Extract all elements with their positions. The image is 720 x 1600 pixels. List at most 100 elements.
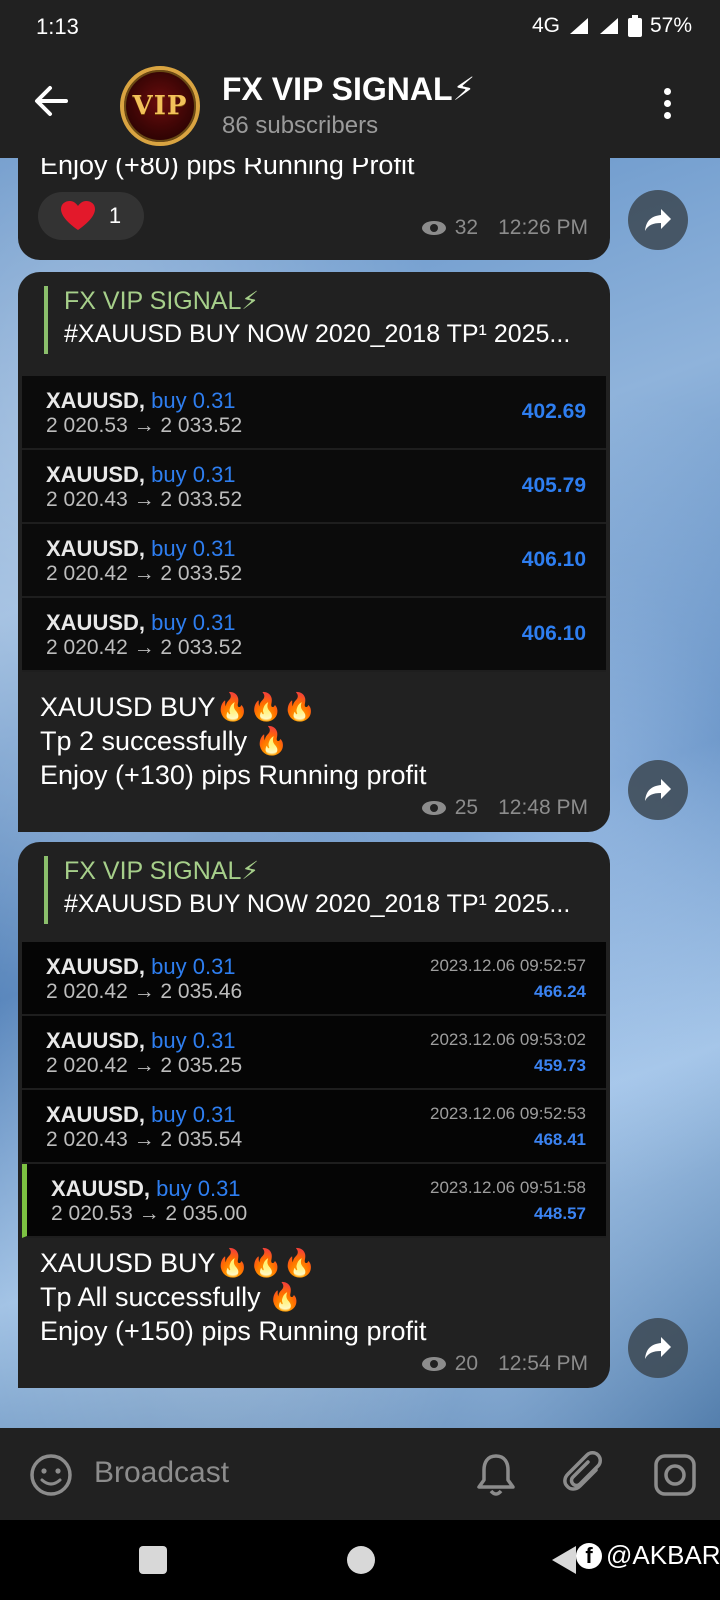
trade-row: XAUUSD, buy 0.31 2 020.42 → 2 035.25 202… [22, 1016, 606, 1090]
signal-icon [599, 18, 618, 34]
reaction-chip[interactable]: 1 [38, 192, 144, 240]
trade-datetime: 2023.12.06 09:52:57 [430, 956, 586, 975]
trade-profit: 405.79 [521, 474, 586, 497]
channel-avatar[interactable]: VIP [120, 66, 200, 146]
reply-preview[interactable]: FX VIP SIGNAL⚡ #XAUUSD BUY NOW 2020_2018… [44, 286, 594, 354]
view-count: 32 [454, 216, 479, 239]
trade-datetime: 2023.12.06 09:52:53 [430, 1104, 586, 1123]
watermark-text: @AKBAR [606, 1540, 720, 1570]
trade-row: XAUUSD, buy 0.31 2 020.42 → 2 033.52 406… [22, 598, 606, 672]
eye-icon [421, 221, 446, 235]
trade-row: XAUUSD, buy 0.31 2 020.42 → 2 035.46 202… [22, 942, 606, 1016]
forward-button[interactable] [628, 760, 688, 820]
message-time: 12:54 PM [498, 1352, 588, 1375]
forward-button[interactable] [628, 1318, 688, 1378]
reply-author: FX VIP SIGNAL⚡ [64, 857, 259, 885]
trade-prices: 2 020.53 → 2 035.00 [51, 1202, 248, 1225]
message-meta: 32 12:26 PM [421, 216, 588, 240]
trade-symbol: XAUUSD, buy 0.31 [51, 1176, 241, 1201]
trade-prices: 2 020.43 → 2 033.52 [46, 488, 243, 511]
eye-icon [421, 801, 446, 815]
chat-header: VIP FX VIP SIGNAL⚡ 86 subscribers [0, 54, 720, 158]
battery-icon [627, 15, 642, 37]
channel-title[interactable]: FX VIP SIGNAL⚡ [222, 70, 475, 108]
system-nav-bar: f @AKBAR [0, 1520, 720, 1600]
message-meta: 20 12:54 PM [421, 1352, 588, 1376]
camera-icon[interactable] [652, 1452, 698, 1498]
message-meta: 25 12:48 PM [421, 796, 588, 820]
trade-profit: 459.73 [534, 1056, 586, 1075]
broadcast-input-bar: Broadcast [0, 1428, 720, 1520]
avatar-logo-text: VIP [132, 91, 188, 121]
watermark: f @AKBAR [576, 1540, 720, 1571]
back-arrow-icon[interactable] [30, 80, 72, 122]
trade-row: XAUUSD, buy 0.31 2 020.53 → 2 035.00 202… [22, 1164, 606, 1238]
forward-button[interactable] [628, 190, 688, 250]
trade-symbol: XAUUSD, buy 0.31 [46, 954, 236, 979]
trade-prices: 2 020.42 → 2 033.52 [46, 562, 243, 585]
forward-icon [645, 209, 671, 231]
heart-icon [60, 201, 95, 230]
back-button[interactable] [552, 1546, 576, 1574]
recents-button[interactable] [139, 1546, 167, 1574]
broadcast-input[interactable]: Broadcast [94, 1456, 229, 1490]
reply-author: FX VIP SIGNAL⚡ [64, 287, 259, 315]
trade-datetime: 2023.12.06 09:51:58 [430, 1178, 586, 1197]
attach-icon[interactable] [562, 1450, 608, 1498]
subscriber-count: 86 subscribers [222, 112, 379, 139]
reply-text: #XAUUSD BUY NOW 2020_2018 TP¹ 2025... [64, 320, 571, 348]
trade-symbol: XAUUSD, buy 0.31 [46, 536, 236, 561]
trade-profit: 468.41 [534, 1130, 586, 1149]
message-text: XAUUSD BUY🔥🔥🔥 Tp All successfully 🔥 Enjo… [40, 1248, 427, 1346]
emoji-icon[interactable] [28, 1452, 74, 1498]
home-button[interactable] [347, 1546, 375, 1574]
message-bubble[interactable]: FX VIP SIGNAL⚡ #XAUUSD BUY NOW 2020_2018… [18, 272, 610, 832]
trade-prices: 2 020.42 → 2 033.52 [46, 636, 243, 659]
status-time: 1:13 [36, 14, 79, 39]
view-count: 20 [454, 1352, 479, 1375]
message-time: 12:48 PM [498, 796, 588, 819]
trade-prices: 2 020.42 → 2 035.25 [46, 1054, 243, 1077]
trade-prices: 2 020.43 → 2 035.54 [46, 1128, 243, 1151]
trade-prices: 2 020.53 → 2 033.52 [46, 414, 243, 437]
more-vert-icon[interactable] [662, 88, 672, 124]
trade-row: XAUUSD, buy 0.31 2 020.43 → 2 033.52 405… [22, 450, 606, 524]
signal-icon [569, 18, 588, 34]
trade-row: XAUUSD, buy 0.31 2 020.42 → 2 033.52 406… [22, 524, 606, 598]
trade-screenshot[interactable]: XAUUSD, buy 0.31 2 020.53 → 2 033.52 402… [22, 376, 606, 672]
network-type: 4G [531, 14, 560, 37]
battery-level: 57% [649, 14, 692, 37]
trade-profit: 402.69 [521, 400, 586, 423]
reply-text: #XAUUSD BUY NOW 2020_2018 TP¹ 2025... [64, 890, 571, 918]
trade-profit: 448.57 [534, 1204, 586, 1223]
trade-symbol: XAUUSD, buy 0.31 [46, 610, 236, 635]
message-bubble[interactable]: FX VIP SIGNAL⚡ #XAUUSD BUY NOW 2020_2018… [18, 842, 610, 1388]
trade-row: XAUUSD, buy 0.31 2 020.43 → 2 035.54 202… [22, 1090, 606, 1164]
trade-profit: 406.10 [521, 622, 586, 645]
chat-area[interactable]: Enjoy (+80) pips Running Profit 1 32 12:… [0, 158, 720, 1428]
bell-icon[interactable] [474, 1452, 518, 1498]
message-time: 12:26 PM [498, 216, 588, 239]
reply-preview[interactable]: FX VIP SIGNAL⚡ #XAUUSD BUY NOW 2020_2018… [44, 856, 594, 924]
facebook-icon: f [576, 1542, 602, 1569]
status-bar: 1:13 4G 57% [0, 0, 720, 54]
trade-screenshot[interactable]: XAUUSD, buy 0.31 2 020.42 → 2 035.46 202… [22, 942, 606, 1238]
status-icons: 4G 57% [532, 14, 692, 38]
trade-datetime: 2023.12.06 09:53:02 [430, 1030, 586, 1049]
trade-symbol: XAUUSD, buy 0.31 [46, 1028, 236, 1053]
reaction-count: 1 [108, 203, 122, 228]
message-text: Enjoy (+80) pips Running Profit [40, 158, 415, 180]
view-count: 25 [454, 796, 479, 819]
trade-row: XAUUSD, buy 0.31 2 020.53 → 2 033.52 402… [22, 376, 606, 450]
trade-profit: 406.10 [521, 548, 586, 571]
trade-prices: 2 020.42 → 2 035.46 [46, 980, 243, 1003]
message-text: XAUUSD BUY🔥🔥🔥 Tp 2 successfully 🔥 Enjoy … [40, 692, 427, 790]
trade-symbol: XAUUSD, buy 0.31 [46, 1102, 236, 1127]
forward-icon [645, 779, 671, 801]
trade-profit: 466.24 [534, 982, 586, 1001]
trade-symbol: XAUUSD, buy 0.31 [46, 462, 236, 487]
eye-icon [421, 1357, 446, 1371]
message-bubble[interactable]: Enjoy (+80) pips Running Profit 1 32 12:… [18, 158, 610, 260]
forward-icon [645, 1337, 671, 1359]
trade-symbol: XAUUSD, buy 0.31 [46, 388, 236, 413]
